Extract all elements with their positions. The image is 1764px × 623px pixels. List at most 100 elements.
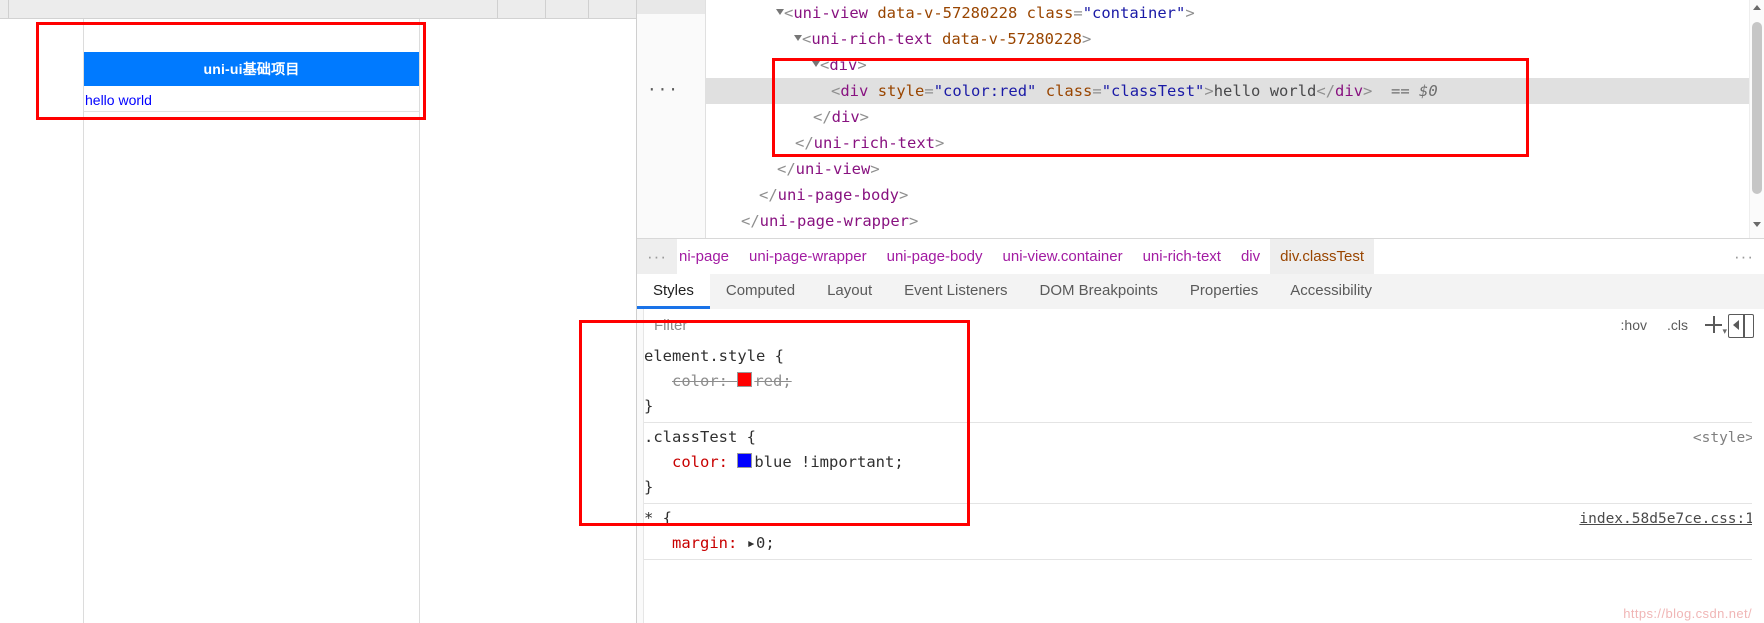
dom-token: > (1363, 82, 1373, 100)
disclosure-triangle-icon[interactable] (794, 35, 802, 41)
devtools-screenshot: uni-ui基础项目 hello world <uni-view data-v-… (0, 0, 1764, 623)
declaration-value[interactable]: blue !important; (754, 453, 903, 471)
dom-token (1036, 82, 1045, 100)
hov-button[interactable]: :hov (1611, 309, 1657, 342)
dom-token: style (877, 82, 925, 100)
dom-tree-panel[interactable]: <uni-view data-v-57280228 class="contain… (637, 0, 1764, 238)
dom-token: class (1045, 82, 1093, 100)
styles-pane-gutter (637, 342, 644, 623)
dom-tree-gutter (637, 0, 706, 238)
breadcrumb-overflow-button[interactable]: ··· (637, 239, 677, 275)
dom-token: > (857, 56, 867, 74)
dom-token (868, 4, 877, 22)
declaration-space (728, 453, 737, 471)
toolbar-divider-1 (8, 0, 9, 18)
style-rule-close-brace: } (644, 397, 654, 415)
tab-accessibility[interactable]: Accessibility (1274, 274, 1388, 309)
declaration-property[interactable]: color: (672, 372, 728, 390)
tab-computed[interactable]: Computed (710, 274, 811, 309)
style-declaration[interactable]: margin: ▸0; (644, 531, 1764, 556)
dom-token: div (831, 108, 860, 126)
breadcrumb-item[interactable]: ni-page (677, 239, 739, 275)
declaration-property[interactable]: margin: (672, 534, 737, 552)
tab-event-listeners[interactable]: Event Listeners (888, 274, 1023, 309)
dom-token: uni-view (793, 4, 868, 22)
style-declaration[interactable]: color: blue !important; (644, 450, 1764, 475)
breadcrumb[interactable]: ··· ni-page uni-page-wrapper uni-page-body u… (637, 238, 1764, 276)
dom-tree-node[interactable]: <div> (705, 52, 1764, 78)
tab-dom-breakpoints[interactable]: DOM Breakpoints (1024, 274, 1174, 309)
dom-token: </ (1316, 82, 1336, 100)
breadcrumb-item[interactable]: div (1231, 239, 1270, 275)
viewport-toolbar (0, 0, 636, 19)
tab-styles[interactable]: Styles (637, 274, 710, 309)
dom-tree-node[interactable]: </uni-page-body> (705, 182, 1764, 208)
style-rule-selector[interactable]: .classTest { (644, 425, 1764, 450)
dom-token: > (935, 134, 945, 152)
breadcrumb-item[interactable]: uni-view.container (993, 239, 1133, 275)
style-rule[interactable]: element.style {color: red;} (644, 342, 1764, 423)
sidebar-tab-bar[interactable]: Styles Computed Layout Event Listeners DOM B… (637, 274, 1764, 310)
dom-token: "container" (1082, 4, 1186, 22)
new-style-rule-button[interactable]: ▾ (1698, 309, 1728, 342)
style-rule[interactable]: <style> .classTest {color: blue !importan… (644, 423, 1764, 504)
cls-button[interactable]: .cls (1657, 309, 1698, 342)
dom-tree-node[interactable]: </uni-rich-text> (705, 130, 1764, 156)
dom-token: div (1335, 82, 1364, 100)
style-rule[interactable]: index.58d5e7ce.css:1 * {margin: ▸0; (644, 504, 1764, 560)
style-rule-selector[interactable]: element.style { (644, 344, 1764, 369)
breadcrumb-item[interactable]: uni-rich-text (1133, 239, 1231, 275)
style-rule-origin[interactable]: index.58d5e7ce.css:1 (1579, 507, 1754, 532)
dom-token: == $0 (1372, 82, 1438, 100)
expand-shorthand-icon[interactable]: ▸ (747, 534, 756, 552)
breadcrumb-item[interactable]: uni-page-wrapper (739, 239, 877, 275)
declaration-value[interactable]: 0; (756, 534, 775, 552)
declaration-property[interactable]: color: (672, 453, 728, 471)
style-declaration[interactable]: color: red; (644, 369, 1764, 394)
breadcrumb-item[interactable]: div.classTest (1270, 239, 1375, 275)
chevron-down-icon: ▾ (1722, 326, 1727, 336)
toggle-sidebar-button[interactable] (1728, 313, 1754, 338)
dom-gutter-cap (637, 0, 705, 14)
toolbar-divider-4 (588, 0, 589, 18)
dom-token: class (1026, 4, 1074, 22)
panel-divider-line (1743, 314, 1745, 337)
dom-token: < (802, 30, 812, 48)
dom-tree-node[interactable]: </div> (705, 104, 1764, 130)
breadcrumb-item[interactable]: uni-page-body (877, 239, 993, 275)
scrollbar-thumb[interactable] (1752, 22, 1762, 194)
tab-layout[interactable]: Layout (811, 274, 888, 309)
styles-filter-bar[interactable]: Filter :hov .cls ▾ (637, 309, 1764, 343)
styles-rules-pane[interactable]: element.style {color: red;} <style> .class… (637, 342, 1764, 623)
dom-tree-node[interactable]: </uni-view> (705, 156, 1764, 182)
dom-tree-node[interactable]: </uni-page-wrapper> (705, 208, 1764, 234)
dom-token: uni-rich-text (813, 134, 935, 152)
dom-tree-node[interactable]: ··· <div style="color:red" class="classTe… (647, 78, 1764, 104)
dom-tree-node[interactable]: <uni-rich-text data-v-57280228> (705, 26, 1764, 52)
filter-input[interactable]: Filter (643, 309, 1611, 342)
expand-ellipsis-button[interactable]: ··· (647, 82, 678, 98)
dom-token: uni-view (795, 160, 871, 178)
dom-tree-scrollbar[interactable] (1749, 0, 1764, 238)
styles-pane-scrollbar[interactable] (1752, 342, 1764, 623)
dom-token: > (1185, 4, 1195, 22)
dom-token: div (829, 56, 858, 74)
color-swatch[interactable] (737, 372, 753, 387)
disclosure-triangle-icon[interactable] (812, 61, 820, 67)
dom-token: data-v-57280228 (942, 30, 1082, 48)
scroll-down-arrow-icon[interactable] (1753, 222, 1761, 227)
dom-token: < (831, 82, 841, 100)
dom-token: "color:red" (933, 82, 1037, 100)
plus-icon-vertical (1712, 316, 1715, 333)
color-swatch[interactable] (737, 453, 753, 468)
breadcrumb-overflow-end-button[interactable]: ··· (1724, 239, 1764, 275)
dom-token: uni-rich-text (811, 30, 933, 48)
scroll-up-arrow-icon[interactable] (1753, 5, 1761, 10)
declaration-value[interactable]: red; (754, 372, 791, 390)
dom-token: = (1073, 4, 1083, 22)
dom-tree-lines: <uni-view data-v-57280228 class="contain… (647, 0, 1764, 238)
tab-properties[interactable]: Properties (1174, 274, 1274, 309)
disclosure-triangle-icon[interactable] (776, 9, 784, 15)
dom-token: uni-page-body (777, 186, 899, 204)
dom-tree-node[interactable]: <uni-view data-v-57280228 class="contain… (705, 0, 1764, 26)
